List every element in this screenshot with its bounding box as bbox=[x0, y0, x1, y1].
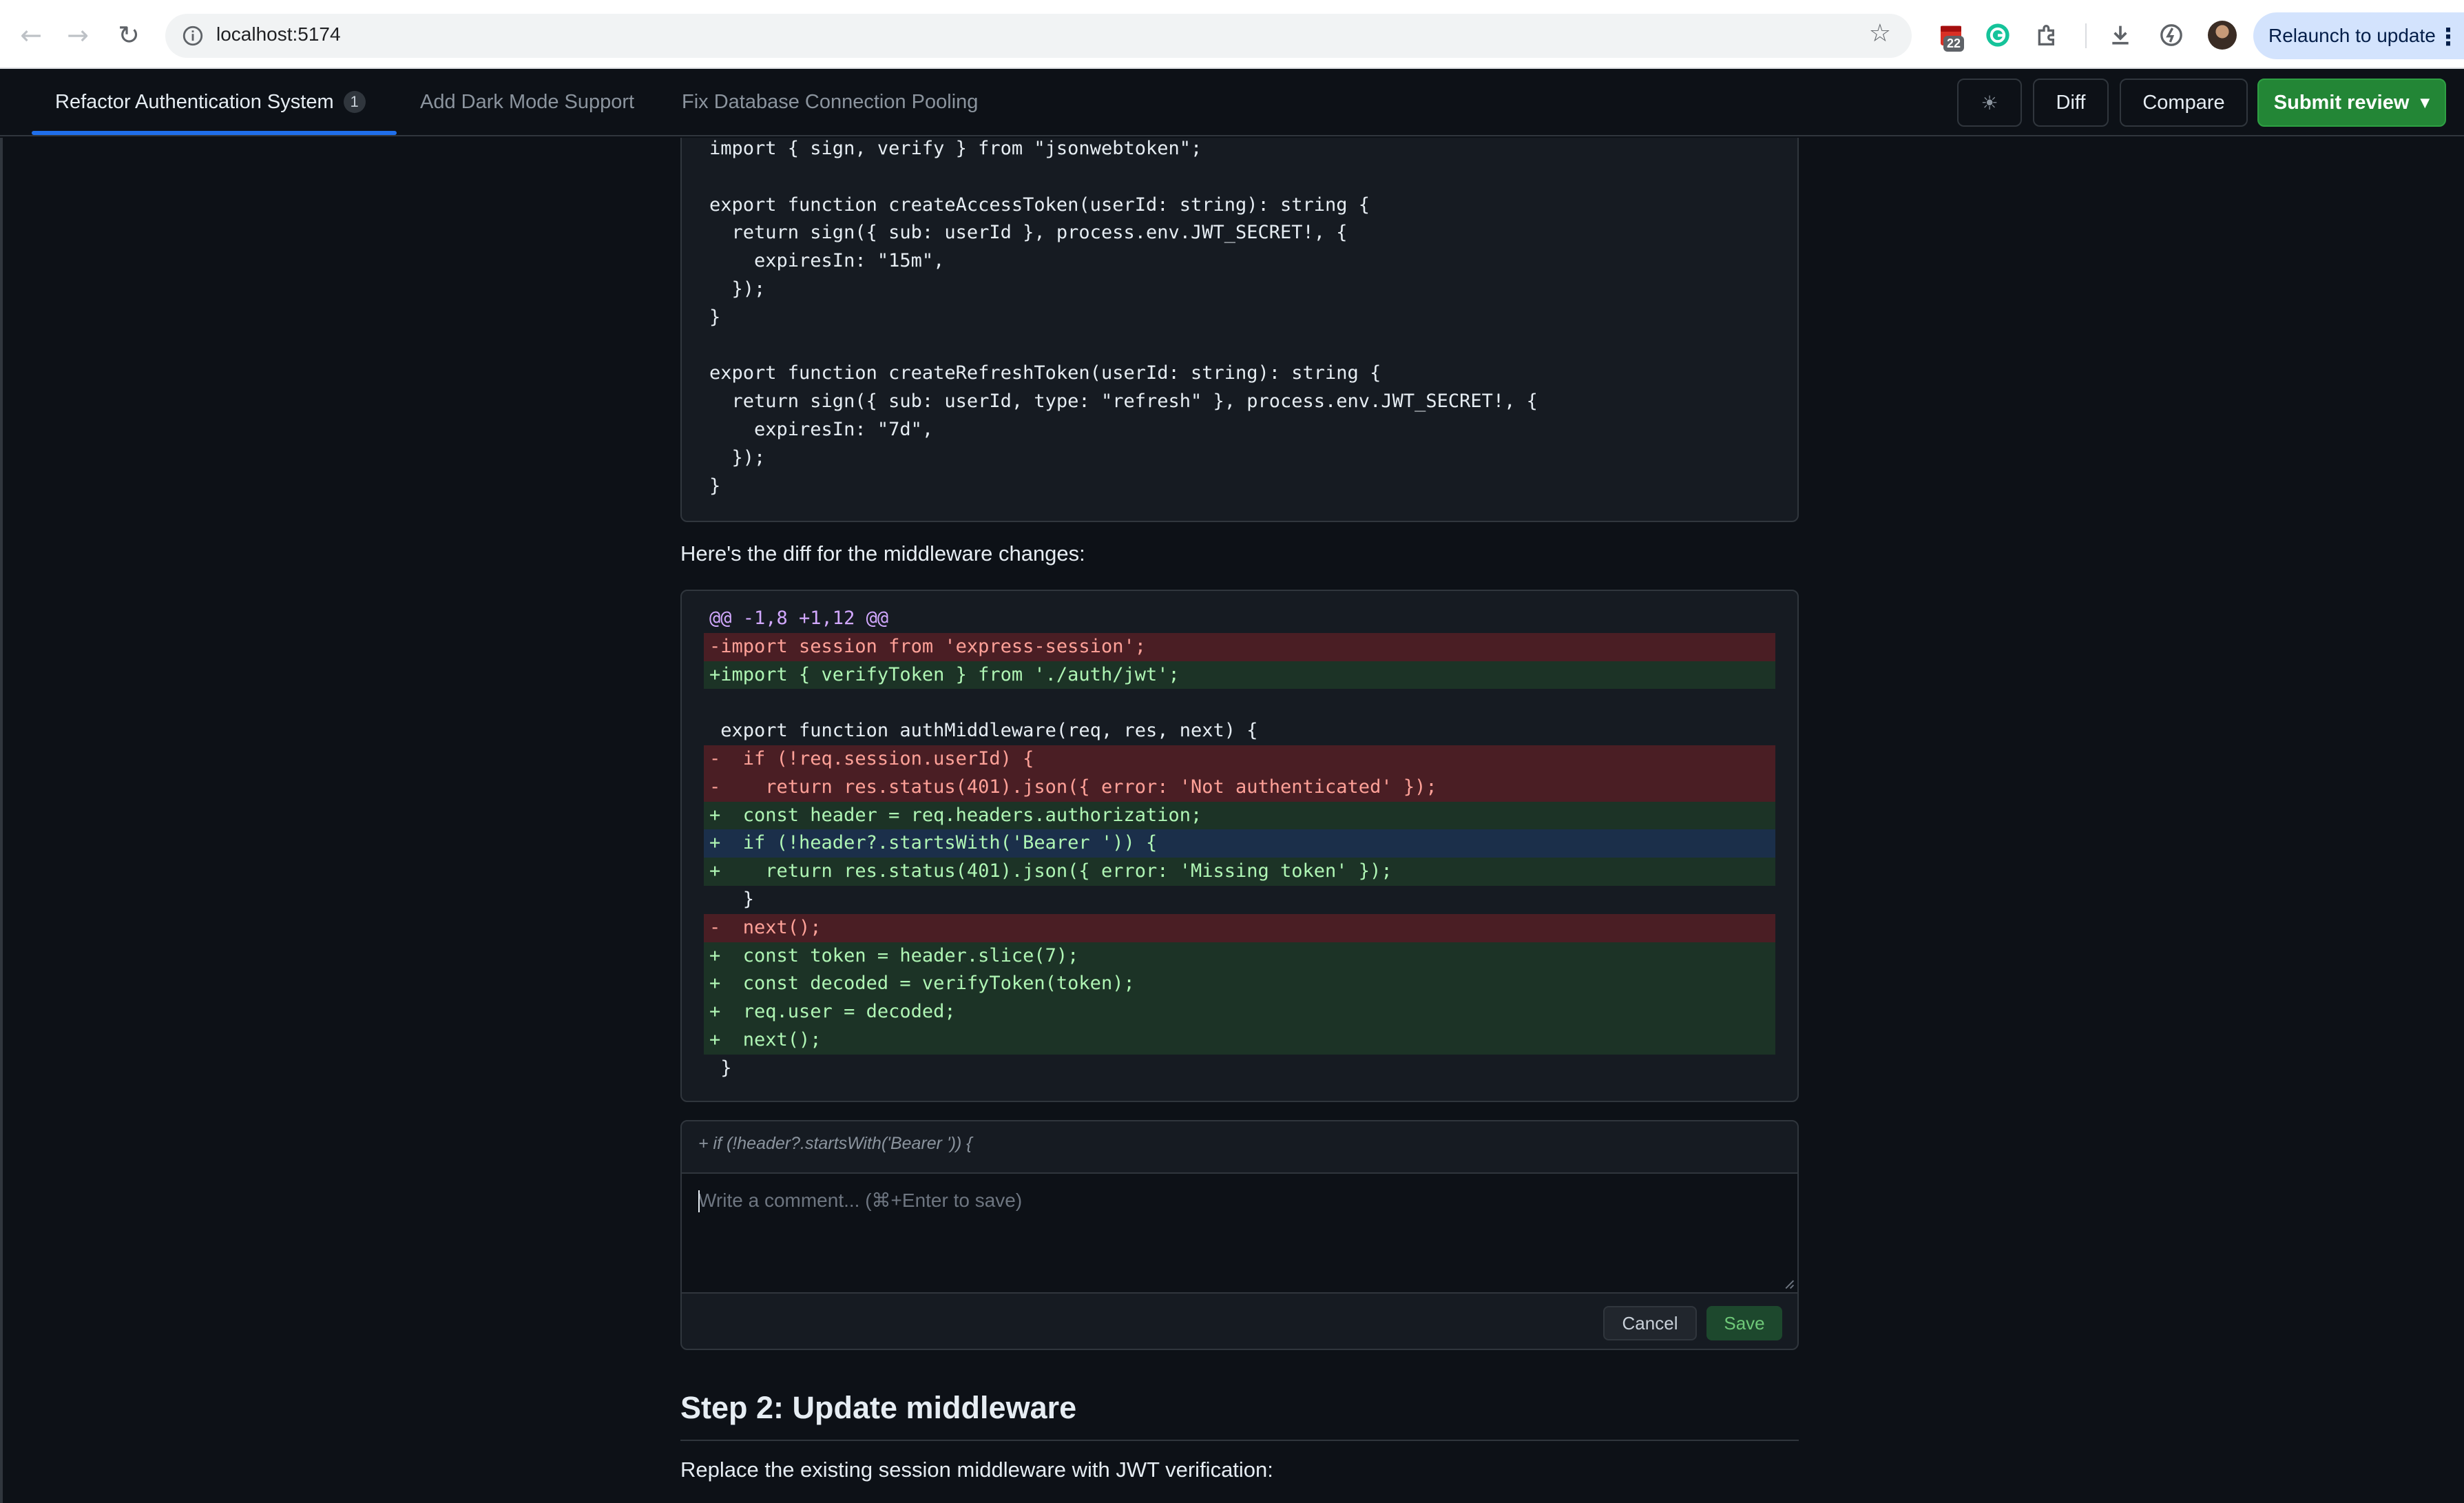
diff-line-context[interactable] bbox=[704, 689, 1775, 717]
content-left-border bbox=[0, 138, 3, 1503]
diff-line-added[interactable]: + req.user = decoded; bbox=[704, 998, 1775, 1026]
diff-line-added[interactable]: + next(); bbox=[704, 1026, 1775, 1055]
performance-icon[interactable] bbox=[2155, 19, 2187, 51]
step-description: Replace the existing session middleware … bbox=[680, 1458, 1273, 1482]
bookmark-star-icon[interactable]: ☆ bbox=[1869, 19, 1891, 48]
tab-label: Refactor Authentication System bbox=[55, 90, 334, 113]
diff-line-added[interactable]: + const token = header.slice(7); bbox=[704, 942, 1775, 971]
diff-line-selected[interactable]: + if (!header?.startsWith('Bearer ')) { bbox=[704, 829, 1775, 858]
url-text[interactable]: localhost:5174 bbox=[216, 23, 341, 45]
code-line: expiresIn: "15m", bbox=[709, 250, 945, 272]
cancel-button[interactable]: Cancel bbox=[1603, 1306, 1697, 1340]
heading-divider bbox=[680, 1440, 1799, 1441]
diff-block: @@ -1,8 +1,12 @@ -import session from 'ex… bbox=[680, 590, 1799, 1102]
download-icon[interactable] bbox=[2105, 19, 2136, 51]
theme-toggle-button[interactable]: ☀ bbox=[1957, 79, 2022, 127]
diff-button-label: Diff bbox=[2056, 91, 2086, 114]
diff-line-removed[interactable]: - return res.status(401).json({ error: '… bbox=[704, 773, 1775, 802]
save-button[interactable]: Save bbox=[1706, 1306, 1782, 1340]
more-menu-icon[interactable]: ⋮ bbox=[2436, 23, 2460, 51]
code-line: return sign({ sub: userId, type: "refres… bbox=[709, 391, 1538, 413]
tab-database-connection-pooling[interactable]: Fix Database Connection Pooling bbox=[682, 69, 978, 135]
diff-intro-text: Here's the diff for the middleware chang… bbox=[680, 541, 1085, 566]
cancel-button-label: Cancel bbox=[1622, 1312, 1678, 1334]
app-header: Refactor Authentication System 1 Add Dar… bbox=[0, 69, 2464, 136]
resize-handle-icon[interactable] bbox=[1784, 1278, 1795, 1289]
code-line: }); bbox=[709, 278, 766, 300]
section-heading: Step 2: Update middleware bbox=[680, 1390, 1077, 1425]
diff-button[interactable]: Diff bbox=[2033, 79, 2109, 127]
code-line: import { sign, verify } from "jsonwebtok… bbox=[709, 138, 1202, 159]
code-line: } bbox=[709, 475, 721, 497]
active-tab-indicator bbox=[32, 131, 397, 135]
diff-line-removed[interactable]: - if (!req.session.userId) { bbox=[704, 745, 1775, 774]
grammarly-icon[interactable] bbox=[1982, 19, 2014, 51]
comment-box: + if (!header?.startsWith('Bearer ')) { … bbox=[680, 1120, 1799, 1350]
address-bar[interactable]: localhost:5174 ☆ bbox=[165, 14, 1912, 58]
submit-review-button[interactable]: Submit review ▼ bbox=[2257, 79, 2446, 127]
compare-button[interactable]: Compare bbox=[2120, 79, 2248, 127]
forward-icon[interactable]: → bbox=[58, 15, 98, 55]
relaunch-button[interactable]: Relaunch to update ⋮ bbox=[2253, 12, 2464, 59]
tab-label: Add Dark Mode Support bbox=[420, 90, 635, 113]
code-line: }); bbox=[709, 446, 766, 468]
code-block: import { sign, verify } from "jsonwebtok… bbox=[680, 138, 1799, 522]
submit-review-label: Submit review bbox=[2273, 91, 2410, 114]
diff-line-removed[interactable]: - next(); bbox=[704, 913, 1775, 942]
comment-line-reference: + if (!header?.startsWith('Bearer ')) { bbox=[698, 1134, 972, 1153]
extensions-puzzle-icon[interactable] bbox=[2032, 19, 2063, 51]
diff-hunk-header[interactable]: @@ -1,8 +1,12 @@ bbox=[704, 605, 1775, 633]
text-cursor bbox=[698, 1190, 700, 1212]
main-content: import { sign, verify } from "jsonwebtok… bbox=[0, 138, 2464, 1503]
tab-count-badge: 1 bbox=[343, 91, 366, 113]
site-info-icon[interactable] bbox=[178, 21, 208, 51]
diff-line-added[interactable]: + return res.status(401).json({ error: '… bbox=[704, 858, 1775, 886]
diff-line-added[interactable]: + const header = req.headers.authorizati… bbox=[704, 801, 1775, 830]
diff-line-context[interactable]: export function authMiddleware(req, res,… bbox=[704, 717, 1775, 745]
code-line: export function createRefreshToken(userI… bbox=[709, 362, 1381, 384]
profile-avatar[interactable] bbox=[2208, 21, 2237, 50]
diff-line-removed[interactable]: -import session from 'express-session'; bbox=[704, 632, 1775, 661]
code-line: expiresIn: "7d", bbox=[709, 418, 934, 440]
tab-refactor-authentication[interactable]: Refactor Authentication System 1 bbox=[55, 69, 366, 135]
diff-line-context[interactable]: } bbox=[704, 1055, 1775, 1083]
sun-icon: ☀ bbox=[1981, 91, 1998, 114]
diff-line-context[interactable]: } bbox=[704, 886, 1775, 914]
code-line: return sign({ sub: userId }, process.env… bbox=[709, 222, 1348, 244]
tab-label: Fix Database Connection Pooling bbox=[682, 90, 979, 113]
code-line: export function createAccessToken(userId… bbox=[709, 194, 1370, 216]
relaunch-label: Relaunch to update bbox=[2268, 25, 2436, 46]
diff-line-added[interactable]: +import { verifyToken } from './auth/jwt… bbox=[704, 661, 1775, 690]
extension-badge: 22 bbox=[1943, 36, 1965, 52]
back-icon[interactable]: ← bbox=[11, 15, 51, 55]
browser-toolbar: ← → ↻ localhost:5174 ☆ 22 Relaunch to up… bbox=[0, 0, 2464, 69]
comment-input[interactable] bbox=[682, 1174, 1797, 1292]
divider bbox=[682, 1292, 1797, 1294]
compare-button-label: Compare bbox=[2142, 91, 2225, 114]
diff-line-added[interactable]: + const decoded = verifyToken(token); bbox=[704, 970, 1775, 999]
chevron-down-icon: ▼ bbox=[2420, 95, 2430, 110]
code-line: } bbox=[709, 306, 721, 328]
reload-icon[interactable]: ↻ bbox=[109, 15, 149, 55]
toolbar-divider bbox=[2085, 23, 2087, 48]
save-button-label: Save bbox=[1724, 1312, 1765, 1334]
tab-dark-mode-support[interactable]: Add Dark Mode Support bbox=[420, 69, 634, 135]
